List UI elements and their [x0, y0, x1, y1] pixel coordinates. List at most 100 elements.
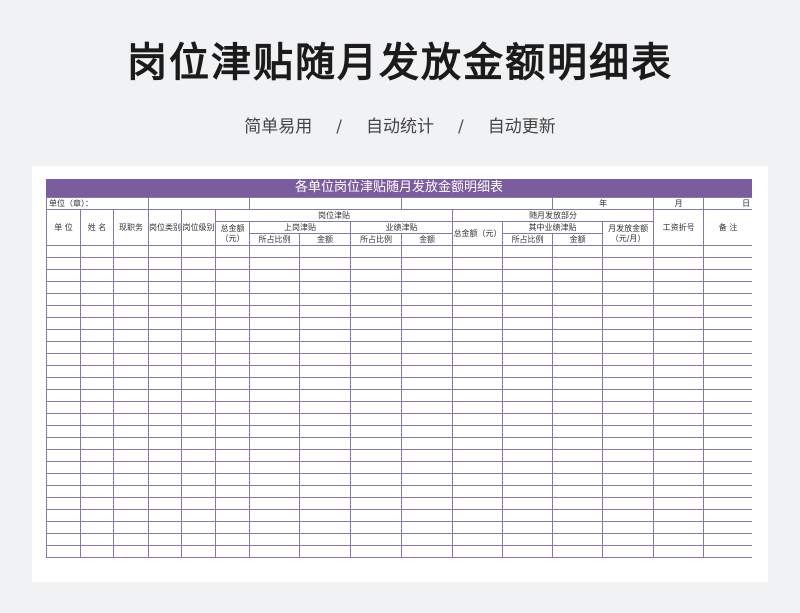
- table-cell[interactable]: [502, 389, 554, 402]
- table-cell[interactable]: [452, 425, 504, 438]
- table-cell[interactable]: [602, 485, 655, 498]
- table-cell[interactable]: [181, 269, 217, 282]
- table-cell[interactable]: [452, 305, 504, 318]
- table-cell[interactable]: [350, 341, 403, 354]
- table-cell[interactable]: [602, 473, 655, 486]
- table-cell[interactable]: [80, 341, 114, 354]
- table-cell[interactable]: [148, 281, 183, 294]
- table-cell[interactable]: [112, 341, 150, 354]
- table-cell[interactable]: [502, 401, 554, 414]
- table-cell[interactable]: [552, 413, 604, 426]
- table-cell[interactable]: [602, 461, 655, 474]
- table-cell[interactable]: [502, 413, 554, 426]
- table-cell[interactable]: [653, 413, 705, 426]
- table-cell[interactable]: [350, 425, 403, 438]
- table-cell[interactable]: [350, 317, 403, 330]
- table-cell[interactable]: [112, 365, 150, 378]
- table-cell[interactable]: [80, 509, 114, 522]
- table-cell[interactable]: [703, 545, 752, 558]
- table-cell[interactable]: [80, 401, 114, 414]
- table-cell[interactable]: [350, 281, 403, 294]
- table-cell[interactable]: [602, 269, 655, 282]
- table-cell[interactable]: [452, 353, 504, 366]
- table-cell[interactable]: [249, 329, 301, 342]
- table-cell[interactable]: [80, 377, 114, 390]
- table-cell[interactable]: [502, 473, 554, 486]
- table-cell[interactable]: [350, 389, 403, 402]
- table-cell[interactable]: [80, 413, 114, 426]
- table-cell[interactable]: [80, 317, 114, 330]
- table-cell[interactable]: [148, 365, 183, 378]
- table-cell[interactable]: [215, 461, 251, 474]
- table-cell[interactable]: [703, 257, 752, 270]
- table-cell[interactable]: [112, 545, 150, 558]
- table-cell[interactable]: [249, 533, 301, 546]
- table-cell[interactable]: [552, 473, 604, 486]
- table-cell[interactable]: [46, 509, 81, 522]
- table-cell[interactable]: [112, 389, 150, 402]
- table-cell[interactable]: [249, 437, 301, 450]
- table-cell[interactable]: [350, 437, 403, 450]
- table-cell[interactable]: [350, 533, 403, 546]
- table-cell[interactable]: [249, 389, 301, 402]
- table-cell[interactable]: [46, 377, 81, 390]
- table-cell[interactable]: [148, 425, 183, 438]
- table-cell[interactable]: [80, 449, 114, 462]
- table-cell[interactable]: [80, 329, 114, 342]
- table-cell[interactable]: [452, 257, 504, 270]
- table-cell[interactable]: [502, 521, 554, 534]
- table-cell[interactable]: [215, 485, 251, 498]
- table-cell[interactable]: [112, 257, 150, 270]
- table-cell[interactable]: [299, 269, 352, 282]
- table-cell[interactable]: [181, 245, 217, 258]
- table-cell[interactable]: [80, 485, 114, 498]
- table-cell[interactable]: [112, 269, 150, 282]
- table-cell[interactable]: [299, 293, 352, 306]
- table-cell[interactable]: [502, 545, 554, 558]
- table-cell[interactable]: [703, 269, 752, 282]
- table-cell[interactable]: [653, 377, 705, 390]
- table-cell[interactable]: [653, 449, 705, 462]
- table-cell[interactable]: [46, 341, 81, 354]
- table-cell[interactable]: [350, 485, 403, 498]
- table-cell[interactable]: [80, 461, 114, 474]
- table-cell[interactable]: [215, 497, 251, 510]
- table-cell[interactable]: [148, 317, 183, 330]
- table-cell[interactable]: [112, 401, 150, 414]
- table-cell[interactable]: [401, 449, 454, 462]
- table-cell[interactable]: [552, 245, 604, 258]
- table-cell[interactable]: [653, 389, 705, 402]
- table-cell[interactable]: [46, 545, 81, 558]
- table-cell[interactable]: [401, 377, 454, 390]
- table-cell[interactable]: [215, 533, 251, 546]
- table-cell[interactable]: [602, 449, 655, 462]
- table-cell[interactable]: [452, 461, 504, 474]
- table-cell[interactable]: [602, 341, 655, 354]
- table-cell[interactable]: [653, 245, 705, 258]
- table-cell[interactable]: [703, 401, 752, 414]
- table-cell[interactable]: [80, 497, 114, 510]
- table-cell[interactable]: [181, 473, 217, 486]
- table-cell[interactable]: [350, 449, 403, 462]
- table-cell[interactable]: [552, 533, 604, 546]
- table-cell[interactable]: [653, 437, 705, 450]
- table-cell[interactable]: [653, 293, 705, 306]
- table-cell[interactable]: [502, 293, 554, 306]
- table-cell[interactable]: [552, 341, 604, 354]
- table-cell[interactable]: [181, 365, 217, 378]
- table-cell[interactable]: [299, 437, 352, 450]
- table-cell[interactable]: [148, 485, 183, 498]
- table-cell[interactable]: [299, 365, 352, 378]
- table-cell[interactable]: [215, 425, 251, 438]
- table-cell[interactable]: [148, 329, 183, 342]
- table-cell[interactable]: [215, 293, 251, 306]
- table-cell[interactable]: [215, 449, 251, 462]
- table-cell[interactable]: [112, 449, 150, 462]
- table-cell[interactable]: [502, 449, 554, 462]
- table-cell[interactable]: [602, 497, 655, 510]
- table-cell[interactable]: [112, 413, 150, 426]
- table-cell[interactable]: [181, 353, 217, 366]
- table-cell[interactable]: [452, 317, 504, 330]
- table-cell[interactable]: [299, 257, 352, 270]
- table-cell[interactable]: [249, 545, 301, 558]
